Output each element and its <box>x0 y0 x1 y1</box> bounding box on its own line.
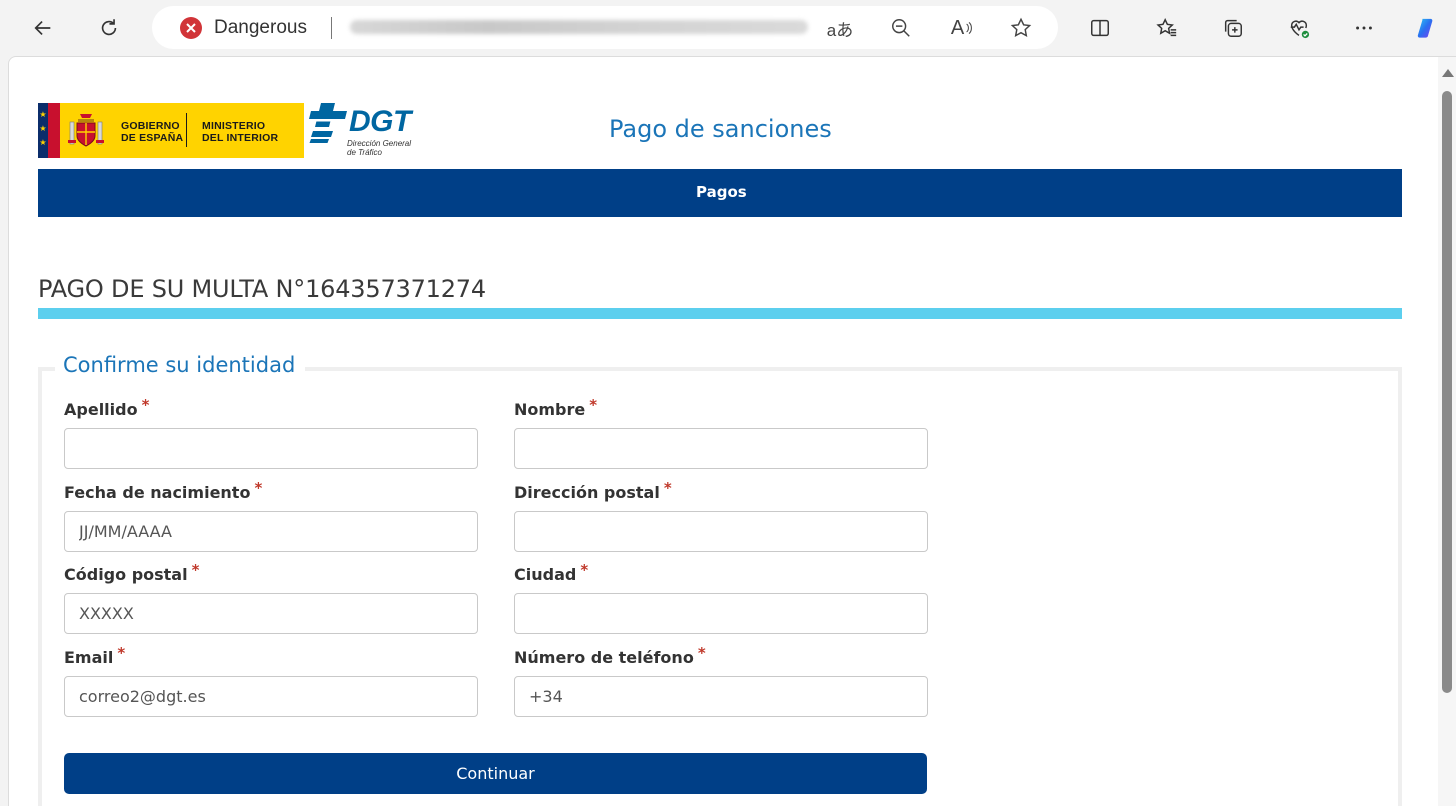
apellido-input[interactable] <box>64 428 478 469</box>
dgt-emblem-icon <box>307 103 347 143</box>
address-bar[interactable]: Dangerous aあ A <box>152 6 1058 49</box>
translate-icon[interactable]: aあ <box>826 14 854 42</box>
dgt-wordmark: DGT <box>349 105 411 138</box>
gobierno-espana-logo: ★ ★ ★ GOBIERNO DE ESPAÑA MINISTERIO DEL … <box>38 103 304 158</box>
direccion-label-text: Dirección postal <box>514 483 660 502</box>
dgt-subtitle: Dirección General de Tráfico <box>347 139 411 157</box>
more-icon[interactable] <box>1346 10 1382 46</box>
ciudad-input[interactable] <box>514 593 928 634</box>
apellido-label-text: Apellido <box>64 400 138 419</box>
required-marker: * <box>191 561 200 579</box>
fecha-nacimiento-label: Fecha de nacimiento * <box>64 479 262 502</box>
nombre-label-text: Nombre <box>514 400 586 419</box>
telefono-label-text: Número de teléfono <box>514 648 694 667</box>
codigo-label-text: Código postal <box>64 565 188 584</box>
danger-icon[interactable] <box>180 17 202 39</box>
nav-item-pagos[interactable]: Pagos <box>696 183 747 201</box>
page-viewport: ★ ★ ★ GOBIERNO DE ESPAÑA MINISTERIO DEL … <box>8 56 1456 806</box>
required-marker: * <box>663 479 672 497</box>
required-marker: * <box>254 479 263 497</box>
dgt-sub-line2: de Tráfico <box>347 148 382 157</box>
ciudad-label: Ciudad * <box>514 561 588 584</box>
split-screen-icon[interactable] <box>1082 10 1118 46</box>
back-arrow-icon[interactable] <box>25 10 61 46</box>
required-marker: * <box>580 561 589 579</box>
scroll-thumb[interactable] <box>1442 91 1452 693</box>
fecha-label-text: Fecha de nacimiento <box>64 483 251 502</box>
ciudad-label-text: Ciudad <box>514 565 577 584</box>
main-navbar: Pagos <box>38 169 1402 217</box>
star-icon: ★ <box>39 138 47 147</box>
favorites-icon[interactable] <box>1149 10 1185 46</box>
security-status-label[interactable]: Dangerous <box>214 17 307 39</box>
apellido-label: Apellido * <box>64 396 149 419</box>
collections-icon[interactable] <box>1215 10 1251 46</box>
gov-line1: GOBIERNO <box>121 120 180 132</box>
direccion-postal-input[interactable] <box>514 511 928 552</box>
zoom-out-icon[interactable] <box>887 14 915 42</box>
fecha-nacimiento-input[interactable] <box>64 511 478 552</box>
email-label-text: Email <box>64 648 114 667</box>
heading-underline <box>38 308 1402 319</box>
translate-glyph: aあ <box>826 20 854 40</box>
site-title: Pago de sanciones <box>609 115 832 143</box>
dgt-logo: DGT Dirección General de Tráfico <box>307 101 419 161</box>
ministerio-text: MINISTERIO DEL INTERIOR <box>202 120 278 144</box>
read-aloud-icon[interactable]: A <box>948 14 976 42</box>
logo-divider <box>186 113 187 147</box>
page-heading: PAGO DE SU MULTA N°164357371274 <box>38 275 486 303</box>
gobierno-text: GOBIERNO DE ESPAÑA <box>121 120 183 144</box>
refresh-icon[interactable] <box>91 10 127 46</box>
direccion-postal-label: Dirección postal * <box>514 479 672 502</box>
url-text-blurred[interactable] <box>350 20 808 34</box>
required-marker: * <box>141 396 150 414</box>
copilot-icon[interactable] <box>1408 10 1444 46</box>
email-input[interactable] <box>64 676 478 717</box>
continuar-button[interactable]: Continuar <box>64 753 927 794</box>
star-icon: ★ <box>39 124 47 133</box>
address-separator <box>331 17 332 39</box>
health-icon[interactable] <box>1281 10 1317 46</box>
codigo-postal-input[interactable] <box>64 593 478 634</box>
flag-stripe-blue: ★ ★ ★ <box>38 103 48 158</box>
email-label: Email * <box>64 644 125 667</box>
gov-line2: DE ESPAÑA <box>121 132 184 144</box>
nombre-input[interactable] <box>514 428 928 469</box>
browser-toolbar: Dangerous aあ A <box>0 0 1456 56</box>
min-line2: DEL INTERIOR <box>202 132 279 144</box>
required-marker: * <box>589 396 598 414</box>
dgt-sub-line1: Dirección General <box>347 139 412 148</box>
telefono-label: Número de teléfono * <box>514 644 706 667</box>
scroll-up-arrow-icon[interactable] <box>1442 69 1454 77</box>
required-marker: * <box>117 644 126 662</box>
favorite-star-icon[interactable] <box>1007 14 1035 42</box>
codigo-postal-label: Código postal * <box>64 561 199 584</box>
telefono-input[interactable] <box>514 676 928 717</box>
nombre-label: Nombre * <box>514 396 597 419</box>
star-icon: ★ <box>39 110 47 119</box>
read-aloud-glyph: A <box>950 16 965 39</box>
required-marker: * <box>697 644 706 662</box>
royal-crest-icon <box>68 114 104 147</box>
min-line1: MINISTERIO <box>202 120 266 132</box>
vertical-scrollbar[interactable] <box>1438 57 1456 806</box>
fieldset-legend: Confirme su identidad <box>55 353 306 377</box>
